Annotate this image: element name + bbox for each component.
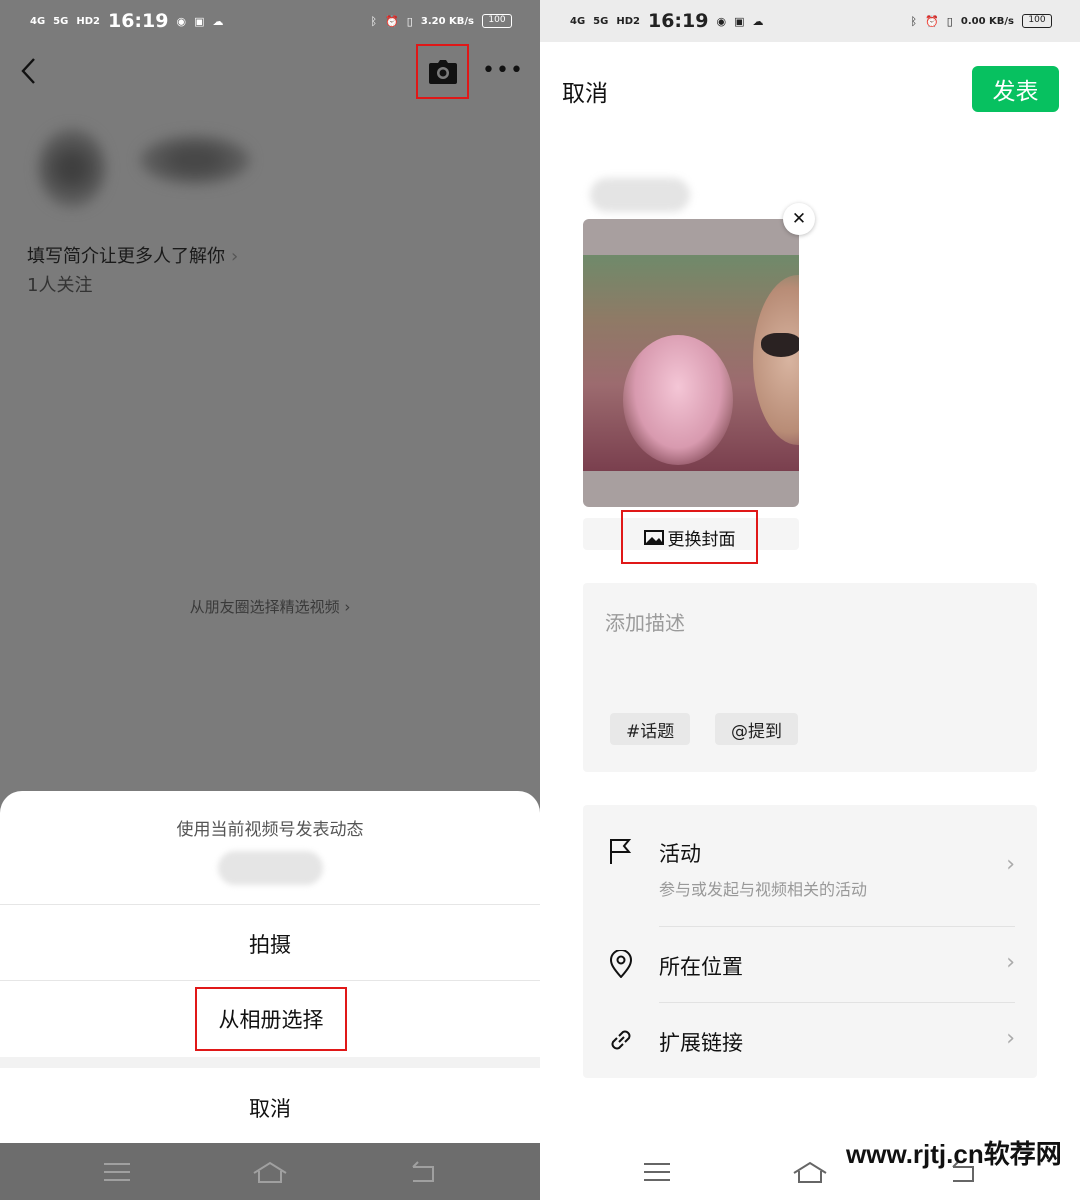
link-icon bbox=[611, 1030, 631, 1050]
status-bar: 4G 5G HD2 16:19 ◉ ▣ ☁ ᛒ ⏰ ▯ 0.00 KB/s 10… bbox=[540, 0, 1080, 42]
sim-icon: ▣ bbox=[734, 14, 745, 28]
status-time: 16:19 bbox=[647, 10, 709, 32]
network-5g: 5G bbox=[53, 15, 69, 27]
video-subject bbox=[623, 335, 733, 465]
hotspot-icon: ◉ bbox=[716, 14, 727, 28]
chevron-right-icon: › bbox=[231, 246, 239, 267]
network-5g: 5G bbox=[593, 15, 609, 27]
chevron-right-icon: › bbox=[1006, 852, 1015, 877]
back-nav-icon[interactable] bbox=[403, 1159, 443, 1185]
chevron-right-icon: › bbox=[1006, 950, 1015, 975]
option-title: 活动 bbox=[659, 842, 701, 866]
vibrate-icon: ▯ bbox=[406, 14, 413, 28]
topic-chip[interactable]: #话题 bbox=[610, 713, 691, 745]
camera-button[interactable] bbox=[416, 44, 469, 99]
divider bbox=[0, 980, 540, 981]
home-icon[interactable] bbox=[250, 1159, 290, 1185]
chevron-right-icon: › bbox=[344, 598, 351, 616]
moments-video-link[interactable]: 从朋友圈选择精选视频 › bbox=[0, 596, 540, 617]
description-placeholder: 添加描述 bbox=[605, 611, 685, 635]
moments-link-text: 从朋友圈选择精选视频 bbox=[189, 598, 340, 616]
network-4g: 4G bbox=[30, 15, 46, 27]
alarm-icon: ⏰ bbox=[925, 14, 939, 28]
cancel-button[interactable]: 取消 bbox=[562, 74, 608, 108]
system-nav-bar bbox=[0, 1143, 540, 1200]
sheet-title: 使用当前视频号发表动态 bbox=[176, 820, 364, 840]
hotspot-icon: ◉ bbox=[176, 14, 187, 28]
avatar bbox=[38, 128, 106, 208]
bluetooth-icon: ᛒ bbox=[370, 14, 378, 28]
video-thumbnail[interactable] bbox=[583, 219, 799, 507]
alarm-icon: ⏰ bbox=[385, 14, 399, 28]
choose-from-album-option[interactable]: 从相册选择 bbox=[195, 987, 347, 1051]
followers-count[interactable]: 1人关注 bbox=[27, 271, 92, 297]
options-list: 活动 参与或发起与视频相关的活动 › 所在位置 › 扩展链接 › bbox=[583, 805, 1037, 1078]
divider bbox=[0, 1057, 540, 1068]
option-subtitle: 参与或发起与视频相关的活动 bbox=[659, 880, 868, 899]
location-pin-icon bbox=[609, 950, 633, 978]
cloud-icon: ☁ bbox=[752, 14, 764, 28]
close-icon: ✕ bbox=[791, 209, 807, 229]
divider bbox=[659, 926, 1015, 927]
shoot-option[interactable]: 拍摄 bbox=[0, 929, 540, 959]
status-bar: 4G 5G HD2 16:19 ◉ ▣ ☁ ᛒ ⏰ ▯ 3.20 KB/s 10… bbox=[0, 0, 540, 42]
option-title: 所在位置 bbox=[659, 955, 743, 979]
image-icon bbox=[643, 529, 664, 545]
action-sheet: 使用当前视频号发表动态 拍摄 从相册选择 取消 bbox=[0, 791, 540, 1143]
home-icon[interactable] bbox=[790, 1159, 830, 1185]
divider bbox=[0, 904, 540, 905]
description-field[interactable]: 添加描述 #话题 @提到 bbox=[583, 583, 1037, 772]
camera-icon bbox=[428, 59, 457, 84]
profile-screen: 4G 5G HD2 16:19 ◉ ▣ ☁ ᛒ ⏰ ▯ 3.20 KB/s 10… bbox=[0, 0, 540, 1200]
sim-icon: ▣ bbox=[194, 14, 205, 28]
bluetooth-icon: ᛒ bbox=[910, 14, 918, 28]
bio-prompt-link[interactable]: 填写简介让更多人了解你 › bbox=[27, 242, 238, 268]
chevron-left-icon bbox=[21, 58, 35, 84]
site-watermark: www.rjtj.cn软荐网 bbox=[846, 1139, 1062, 1169]
mention-chip[interactable]: @提到 bbox=[715, 713, 798, 745]
option-title: 扩展链接 bbox=[659, 1031, 743, 1055]
video-subject bbox=[761, 333, 799, 357]
vibrate-icon: ▯ bbox=[946, 14, 953, 28]
network-4g: 4G bbox=[570, 15, 586, 27]
change-cover-button[interactable]: 更换封面 bbox=[621, 510, 758, 564]
battery-icon: 100 bbox=[1022, 14, 1052, 28]
publish-button[interactable]: 发表 bbox=[972, 66, 1059, 112]
menu-icon[interactable] bbox=[637, 1159, 677, 1185]
battery-icon: 100 bbox=[482, 14, 512, 28]
remove-video-button[interactable]: ✕ bbox=[783, 203, 815, 235]
hd-indicator: HD2 bbox=[616, 15, 640, 27]
flag-icon bbox=[610, 839, 632, 864]
video-subject bbox=[753, 275, 799, 445]
account-name bbox=[218, 851, 323, 885]
change-cover-label: 更换封面 bbox=[667, 529, 736, 550]
menu-icon[interactable] bbox=[97, 1159, 137, 1185]
bio-prompt-text: 填写简介让更多人了解你 bbox=[27, 246, 225, 267]
hd-indicator: HD2 bbox=[76, 15, 100, 27]
back-button[interactable] bbox=[18, 56, 40, 86]
more-options-button[interactable]: ••• bbox=[482, 58, 524, 83]
chevron-right-icon: › bbox=[1006, 1026, 1015, 1051]
publish-screen: 4G 5G HD2 16:19 ◉ ▣ ☁ ᛒ ⏰ ▯ 0.00 KB/s 10… bbox=[540, 0, 1080, 1200]
status-time: 16:19 bbox=[107, 10, 169, 32]
profile-name bbox=[140, 135, 250, 185]
network-speed: 0.00 KB/s bbox=[960, 15, 1014, 27]
cancel-option[interactable]: 取消 bbox=[0, 1093, 540, 1123]
cloud-icon: ☁ bbox=[212, 14, 224, 28]
account-name bbox=[590, 178, 690, 212]
video-frame bbox=[583, 255, 799, 471]
divider bbox=[659, 1002, 1015, 1003]
network-speed: 3.20 KB/s bbox=[420, 15, 474, 27]
